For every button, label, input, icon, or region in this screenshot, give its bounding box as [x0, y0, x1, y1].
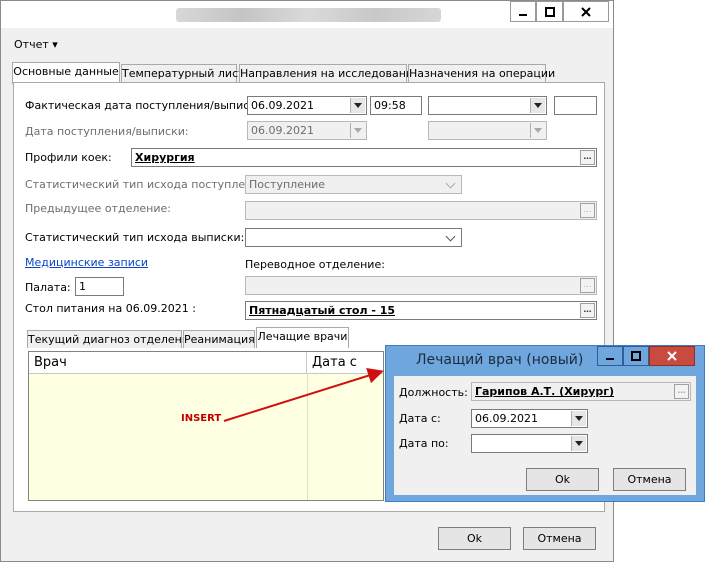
admission-date-picker: 06.09.2021	[247, 121, 367, 140]
date-from-picker[interactable]: 06.09.2021	[471, 409, 588, 428]
chevron-down-icon[interactable]	[445, 231, 456, 242]
ward-label: Палата:	[25, 281, 71, 294]
chevron-down-icon[interactable]	[571, 436, 586, 451]
subtab-reanimation[interactable]: Реанимация	[183, 330, 255, 348]
subtab-attending-doctors[interactable]: Лечащие врачи	[256, 327, 349, 348]
date-from-value: 06.09.2021	[475, 412, 538, 425]
diet-field[interactable]: Пятнадцатый стол - 15 …	[245, 301, 597, 320]
insert-arrow-icon	[223, 367, 384, 422]
position-label: Должность:	[399, 386, 468, 399]
prev-dept-label: Предыдущее отделение:	[25, 202, 171, 215]
stat-discharge-label: Статистический тип исхода выписки:	[25, 231, 245, 244]
bed-profile-field[interactable]: Хирургия …	[131, 148, 597, 167]
admission-discharge-date-picker	[428, 121, 547, 140]
position-value: Гарипов А.Т. (Хирург)	[475, 385, 615, 398]
date-from-label: Дата с:	[399, 412, 441, 425]
medical-records-link[interactable]: Медицинские записи	[25, 256, 148, 269]
ellipsis-icon: …	[580, 278, 595, 293]
bed-profile-label: Профили коек:	[25, 151, 112, 164]
dialog-close-button[interactable]	[649, 346, 695, 366]
actual-time-field[interactable]: 09:58	[370, 96, 422, 115]
tab-research-referrals[interactable]: Направления на исследования	[239, 64, 420, 83]
ellipsis-icon: …	[580, 203, 595, 218]
dialog-ok-button[interactable]: Ok	[526, 468, 599, 491]
position-field: Гарипов А.Т. (Хирург) …	[471, 382, 691, 401]
stat-admission-select: Поступление	[245, 175, 462, 194]
maximize-icon	[631, 351, 641, 361]
cancel-button[interactable]: Отмена	[523, 527, 596, 550]
diet-value: Пятнадцатый стол - 15	[249, 304, 396, 317]
actual-time-value: 09:58	[374, 99, 406, 112]
stat-admission-value: Поступление	[249, 178, 326, 191]
stat-discharge-select[interactable]	[245, 228, 462, 247]
maximize-icon	[544, 6, 555, 17]
attending-doctor-dialog: Лечащий врач (новый) Должность: Гарипов …	[385, 345, 705, 502]
close-icon	[667, 351, 677, 361]
ellipsis-icon[interactable]: …	[580, 150, 595, 165]
tab-temperature-sheet[interactable]: Температурный лист	[121, 64, 245, 83]
discharge-time-field[interactable]	[554, 96, 597, 115]
report-menu[interactable]: Отчет ▾	[14, 38, 58, 51]
dialog-cancel-button[interactable]: Отмена	[613, 468, 686, 491]
bed-profile-value: Хирургия	[135, 151, 195, 164]
ward-value: 1	[79, 280, 86, 293]
transfer-dept-label: Переводное отделение:	[245, 258, 385, 271]
actual-date-value: 06.09.2021	[251, 99, 314, 112]
ward-field[interactable]: 1	[75, 277, 124, 296]
admission-date-value: 06.09.2021	[251, 124, 314, 137]
prev-dept-field: …	[245, 201, 597, 220]
tab-main-data[interactable]: Основные данные	[12, 62, 120, 84]
chevron-down-icon[interactable]	[530, 98, 545, 113]
dialog-minimize-button[interactable]	[597, 346, 623, 366]
ok-button[interactable]: Ok	[438, 527, 511, 550]
close-button[interactable]	[563, 1, 609, 22]
close-icon	[581, 6, 591, 17]
insert-annotation: INSERT	[181, 413, 222, 424]
dialog-body: Должность: Гарипов А.Т. (Хирург) … Дата …	[394, 376, 696, 495]
chevron-down-icon	[350, 123, 365, 138]
dialog-maximize-button[interactable]	[623, 346, 649, 366]
chevron-down-icon	[445, 178, 456, 189]
title-bar[interactable]	[1, 1, 613, 28]
window-title-redacted	[176, 8, 441, 22]
tab-surgery-appointments[interactable]: Назначения на операции	[408, 64, 555, 83]
diet-label: Стол питания на 06.09.2021 :	[25, 302, 196, 315]
admission-date-label: Дата поступления/выписки:	[25, 125, 189, 138]
actual-date-picker[interactable]: 06.09.2021	[247, 96, 367, 115]
discharge-date-picker[interactable]	[428, 96, 547, 115]
chevron-down-icon	[530, 123, 545, 138]
chevron-down-icon[interactable]	[571, 411, 586, 426]
transfer-dept-field: …	[245, 276, 597, 295]
minimize-icon	[519, 13, 527, 16]
minimize-button[interactable]	[510, 1, 536, 22]
minimize-icon	[606, 358, 614, 360]
dialog-title: Лечащий врач (новый)	[416, 352, 584, 368]
chevron-down-icon[interactable]	[350, 98, 365, 113]
actual-date-label: Фактическая дата поступления/выписки:	[25, 99, 267, 112]
date-to-picker[interactable]	[471, 434, 588, 453]
subtab-current-diagnosis[interactable]: Текущий диагноз отделения	[27, 330, 196, 348]
ellipsis-icon[interactable]: …	[580, 303, 595, 318]
stat-admission-label: Статистический тип исхода поступления:	[25, 178, 270, 191]
maximize-button[interactable]	[536, 1, 563, 22]
ellipsis-icon: …	[674, 384, 689, 399]
date-to-label: Дата по:	[399, 437, 449, 450]
